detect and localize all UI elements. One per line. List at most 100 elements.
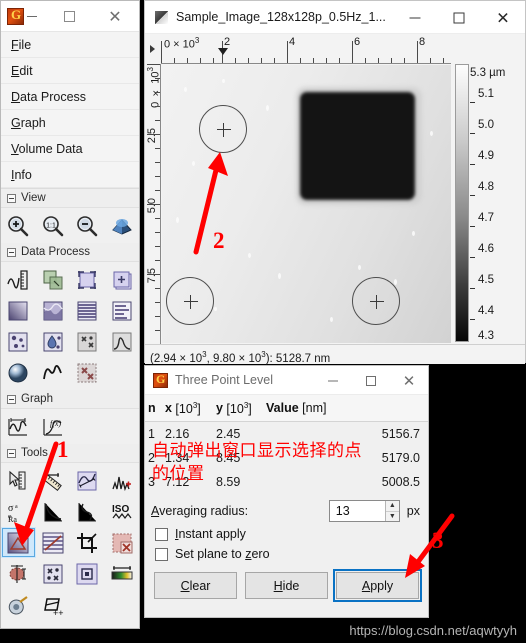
spinner-up-icon[interactable]: ▲ xyxy=(385,501,399,512)
distribution-curve-icon[interactable] xyxy=(36,496,71,527)
roughness-sigma-icon[interactable]: σ a φ Ra xyxy=(1,496,36,527)
image-data-window: Sample_Image_128x128p_0.5Hz_1... ✕ 0 × 1… xyxy=(144,0,526,365)
color-range-icon[interactable] xyxy=(105,558,140,589)
section-header-graph[interactable]: Graph xyxy=(1,390,139,409)
set-plane-to-zero-checkbox[interactable]: Set plane to zero xyxy=(145,544,428,564)
read-value-icon[interactable] xyxy=(1,465,36,496)
close-button[interactable]: ✕ xyxy=(481,1,525,34)
annotation-note-line1: 自动弹出窗口显示选择的点 xyxy=(152,441,362,461)
section-title-view: View xyxy=(21,192,46,204)
collapse-icon[interactable] xyxy=(7,394,16,404)
menu-item-info[interactable]: Info xyxy=(1,162,139,188)
zoom-in-icon[interactable] xyxy=(1,210,36,241)
measure-distance-icon[interactable] xyxy=(36,465,71,496)
ruler-corner[interactable] xyxy=(145,34,161,64)
filter-tool-icon[interactable] xyxy=(1,589,36,620)
data-window-icon xyxy=(155,10,168,24)
col-header-y: y [103] xyxy=(216,400,252,416)
mask-edit-icon[interactable] xyxy=(105,527,140,558)
level-point-marker-1[interactable] xyxy=(199,105,247,153)
screenshot-root: ✕ File Edit Data Process Graph Volume Da… xyxy=(0,0,526,643)
color-scale-unit: 5.3 µm xyxy=(470,67,506,79)
statistics-curve-icon[interactable] xyxy=(105,326,140,357)
minimize-button[interactable] xyxy=(393,1,437,34)
section-header-tools[interactable]: Tools xyxy=(1,444,139,463)
select-area-icon[interactable] xyxy=(70,558,105,589)
play-arrow-icon xyxy=(150,45,155,53)
profile-extract-icon[interactable] xyxy=(70,465,105,496)
apply-button[interactable]: Apply xyxy=(333,569,422,602)
spm-image-canvas[interactable] xyxy=(162,65,451,343)
close-icon[interactable]: ✕ xyxy=(106,8,124,26)
zoom-out-icon[interactable] xyxy=(70,210,105,241)
cell-value: 5008.5 xyxy=(381,475,420,489)
facet-level-icon[interactable] xyxy=(36,527,71,558)
menu-item-volume-data[interactable]: Volume Data xyxy=(1,136,139,162)
rough-surface-icon[interactable] xyxy=(36,295,71,326)
collapse-icon[interactable] xyxy=(7,247,16,257)
align-rows-icon[interactable] xyxy=(105,295,140,326)
maximize-button[interactable] xyxy=(437,1,481,34)
color-gradient-bar[interactable] xyxy=(455,64,469,342)
section-header-data-process[interactable]: Data Process xyxy=(1,243,139,262)
line-correct-icon[interactable] xyxy=(70,295,105,326)
collapse-icon[interactable] xyxy=(7,193,16,203)
hide-button[interactable]: Hide xyxy=(245,572,328,599)
instant-apply-checkbox[interactable]: Instant apply xyxy=(145,524,428,544)
main-menu: File Edit Data Process Graph Volume Data… xyxy=(1,32,139,189)
crop-tool-icon[interactable] xyxy=(70,527,105,558)
averaging-radius-input[interactable]: 13 xyxy=(330,501,385,521)
path-level-icon[interactable]: ++ xyxy=(36,589,71,620)
merge-layers-icon[interactable] xyxy=(36,264,71,295)
minimize-icon[interactable] xyxy=(27,16,37,17)
graph-profile-icon[interactable] xyxy=(1,411,36,442)
checkbox-box[interactable] xyxy=(155,547,168,561)
bearing-ratio-icon[interactable] xyxy=(70,496,105,527)
iso-roughness-icon[interactable]: ISO xyxy=(105,496,140,527)
remove-spots-tool-icon[interactable] xyxy=(36,558,71,589)
sphere-shade-icon[interactable] xyxy=(1,357,36,388)
collapse-icon[interactable] xyxy=(7,448,16,458)
zoom-1-1-icon[interactable]: 1:1 xyxy=(36,210,71,241)
remove-spots-icon[interactable] xyxy=(70,326,105,357)
image-window-body: 0 × 103 2 4 6 8 0 × 103 2.5 5.0 7.5 5.1 … xyxy=(145,34,526,365)
grain-measure-icon[interactable] xyxy=(1,558,36,589)
arithmetic-icon[interactable] xyxy=(105,264,140,295)
3d-view-icon[interactable] xyxy=(105,210,140,241)
level-plane-icon[interactable] xyxy=(1,295,36,326)
checkbox-box[interactable] xyxy=(155,527,168,541)
svg-text:f(x): f(x) xyxy=(50,419,61,428)
three-point-level-icon[interactable] xyxy=(1,527,36,558)
spectrum-peaks-icon[interactable] xyxy=(105,465,140,496)
dialog-close-button[interactable]: ✕ xyxy=(390,366,428,395)
menu-item-edit[interactable]: Edit xyxy=(1,58,139,84)
menu-item-data-process[interactable]: Data Process xyxy=(1,84,139,110)
crop-area-icon[interactable] xyxy=(70,264,105,295)
vertical-ruler: 0 × 103 2.5 5.0 7.5 xyxy=(145,64,162,344)
mask-remove-icon[interactable] xyxy=(70,357,105,388)
drop-grains-icon[interactable] xyxy=(36,326,71,357)
grain-mark-icon[interactable] xyxy=(1,326,36,357)
menu-item-graph[interactable]: Graph xyxy=(1,110,139,136)
maximize-icon[interactable] xyxy=(64,11,75,22)
dialog-maximize-button[interactable] xyxy=(352,366,390,395)
menu-item-file[interactable]: File xyxy=(1,32,139,58)
wave-filter-icon[interactable] xyxy=(36,357,71,388)
gwyddion-toolbox-window: ✕ File Edit Data Process Graph Volume Da… xyxy=(0,0,140,629)
clear-button[interactable]: Clear xyxy=(154,572,237,599)
level-point-marker-2[interactable] xyxy=(166,277,214,325)
scale-ruler-icon[interactable] xyxy=(1,264,36,295)
menu-label-data-process: ata Process xyxy=(20,90,87,104)
color-scale: 5.1 5.0 4.9 4.8 4.7 4.6 4.5 4.4 4.3 xyxy=(453,64,526,346)
averaging-radius-spinner[interactable]: 13 ▲ ▼ xyxy=(328,500,400,522)
section-header-view[interactable]: View xyxy=(1,189,139,208)
averaging-radius-row: Averaging radius: 13 ▲ ▼ px xyxy=(145,494,428,524)
gwyddion-logo-icon xyxy=(7,7,24,25)
spinner-buttons[interactable]: ▲ ▼ xyxy=(384,501,399,522)
image-window-titlebar: Sample_Image_128x128p_0.5Hz_1... ✕ xyxy=(145,1,525,34)
dialog-minimize-button[interactable] xyxy=(314,366,352,395)
instant-apply-label: Instant apply xyxy=(175,527,246,541)
spinner-down-icon[interactable]: ▼ xyxy=(386,512,399,522)
level-point-marker-3[interactable] xyxy=(352,277,400,325)
set-plane-to-zero-label: Set plane to zero xyxy=(175,547,270,561)
